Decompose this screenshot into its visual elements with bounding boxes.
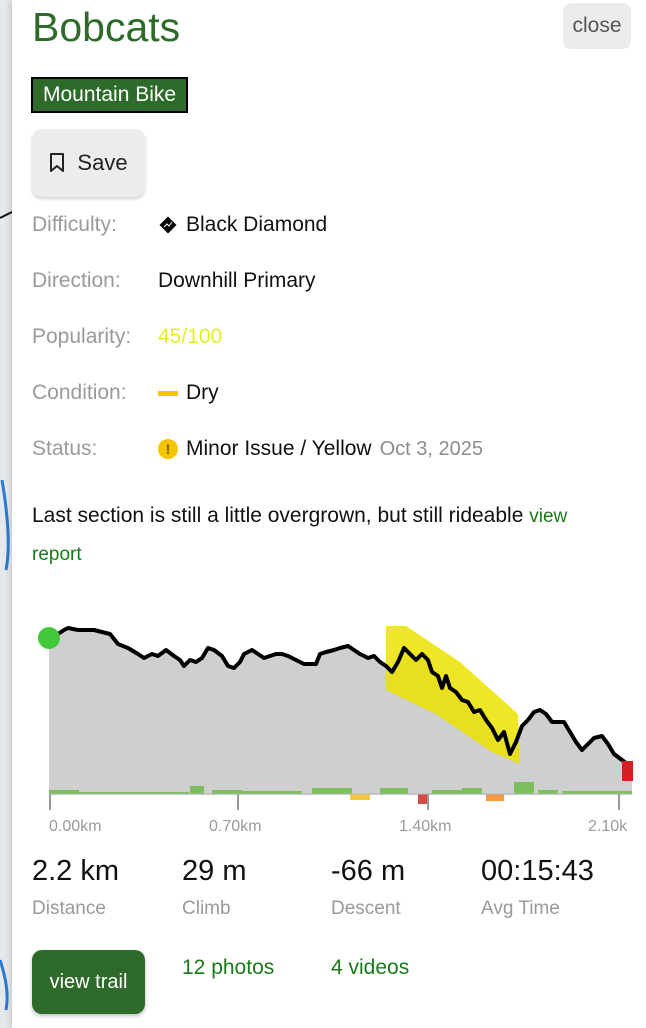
- close-button[interactable]: close: [563, 3, 631, 49]
- map-background[interactable]: [0, 0, 12, 1028]
- status-date: Oct 3, 2025: [379, 437, 484, 460]
- videos-link[interactable]: 4 videos: [331, 956, 409, 980]
- difficulty-row: Difficulty: Black Diamond: [32, 210, 327, 240]
- difficulty-value: Black Diamond: [186, 213, 328, 236]
- map-trail-lines: [0, 211, 12, 1011]
- condition-dash-icon: [158, 390, 178, 396]
- end-marker: [622, 761, 633, 781]
- x-tick-label-3: 2.10k: [588, 818, 628, 835]
- status-label: Status:: [32, 437, 98, 460]
- stat-label: Distance: [32, 898, 106, 919]
- x-tick-label-1: 0.70km: [209, 818, 262, 835]
- popularity-value: 45/100: [158, 325, 223, 348]
- exclamation-circle-icon: !: [158, 439, 178, 459]
- start-marker: [38, 627, 60, 649]
- bookmark-icon: [50, 153, 65, 172]
- save-button[interactable]: Save: [32, 129, 145, 197]
- popularity-row: Popularity: 45/100: [32, 322, 222, 352]
- stat-avg-time: 00:15:43 Avg Time: [481, 855, 594, 920]
- trail-title: Bobcats: [32, 4, 181, 50]
- trail-type-badge: Mountain Bike: [31, 77, 189, 113]
- direction-label: Direction:: [32, 269, 121, 292]
- view-trail-button[interactable]: view trail: [32, 950, 145, 1014]
- direction-value: Downhill Primary: [158, 269, 316, 292]
- stat-value: 00:15:43: [481, 855, 594, 887]
- stat-label: Descent: [331, 898, 401, 919]
- stat-value: 29 m: [182, 855, 247, 887]
- stat-descent: -66 m Descent: [331, 855, 405, 920]
- stat-label: Climb: [182, 898, 231, 919]
- trail-report: Last section is still a little overgrown…: [32, 497, 622, 573]
- condition-label: Condition:: [32, 381, 127, 404]
- status-value: Minor Issue / Yellow: [186, 437, 372, 460]
- stat-distance: 2.2 km Distance: [32, 855, 119, 920]
- stat-climb: 29 m Climb: [182, 855, 246, 920]
- black-diamond-icon: [159, 216, 177, 234]
- direction-row: Direction: Downhill Primary: [32, 266, 316, 296]
- x-tick-label-0: 0.00km: [49, 818, 102, 835]
- x-tick-label-2: 1.40km: [399, 818, 452, 835]
- condition-value: Dry: [186, 381, 219, 404]
- x-axis-ticks: [49, 794, 620, 810]
- save-label: Save: [77, 150, 128, 175]
- stat-value: 2.2 km: [32, 855, 120, 887]
- photos-link[interactable]: 12 photos: [182, 956, 274, 980]
- stat-label: Avg Time: [481, 898, 560, 919]
- status-row: Status: ! Minor Issue / Yellow Oct 3, 20…: [32, 434, 483, 464]
- elevation-profile-chart[interactable]: [12, 610, 646, 820]
- popularity-label: Popularity:: [32, 325, 132, 348]
- stat-value: -66 m: [331, 855, 406, 887]
- trail-detail-panel: Bobcats close Mountain Bike Save Difficu…: [12, 0, 646, 1028]
- difficulty-label: Difficulty:: [32, 213, 117, 236]
- report-text: Last section is still a little overgrown…: [32, 504, 524, 527]
- condition-row: Condition: Dry: [32, 378, 219, 408]
